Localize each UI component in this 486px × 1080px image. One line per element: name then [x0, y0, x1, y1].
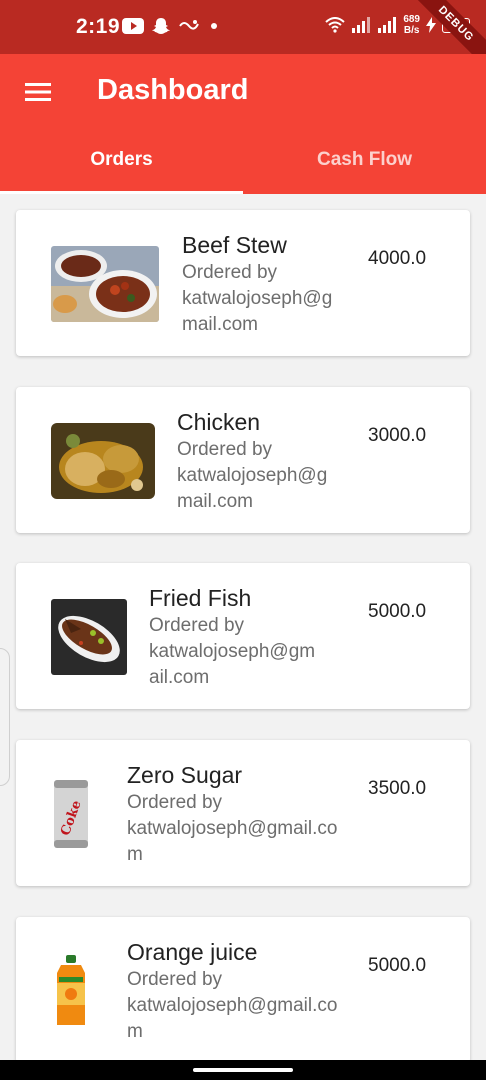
order-email: katwalojoseph@gmail.com	[127, 818, 338, 865]
navigation-bar	[0, 1060, 486, 1080]
signal-icon	[378, 17, 397, 33]
wifi-icon	[325, 17, 345, 33]
order-card[interactable]: Coke Zero Sugar Ordered by katwalojoseph…	[16, 740, 470, 886]
ordered-by-label: Ordered by	[127, 969, 223, 990]
order-price: 5000.0	[368, 601, 427, 622]
order-email: katwalojoseph@gmail.com	[182, 288, 333, 335]
order-email: katwalojoseph@gmail.com	[127, 995, 338, 1042]
order-details: Orange juice Ordered by katwalojoseph@gm…	[127, 937, 345, 1045]
net-speed: 689 B/s	[403, 14, 420, 36]
order-price: 4000.0	[368, 248, 427, 269]
order-email: katwalojoseph@gmail.com	[177, 465, 328, 512]
menu-icon	[25, 83, 51, 101]
beef-stew-image	[51, 246, 159, 322]
status-time: 2:19	[76, 15, 121, 38]
dot-icon	[211, 23, 217, 29]
menu-button[interactable]	[22, 76, 54, 108]
order-details: Fried Fish Ordered by katwalojoseph@gmai…	[149, 583, 319, 691]
order-price: 3500.0	[368, 778, 427, 799]
order-price: 3000.0	[368, 425, 427, 446]
order-name: Orange juice	[127, 939, 258, 965]
app-icon	[179, 20, 199, 30]
order-details: Beef Stew Ordered by katwalojoseph@gmail…	[182, 230, 347, 338]
order-email: katwalojoseph@gmail.com	[149, 641, 316, 688]
app-bar: Dashboard Orders Cash Flow	[0, 54, 486, 194]
order-name: Fried Fish	[149, 585, 252, 611]
ordered-by-label: Ordered by	[182, 262, 278, 283]
signal-icon	[352, 17, 371, 33]
charging-icon	[426, 17, 436, 33]
order-details: Zero Sugar Ordered by katwalojoseph@gmai…	[127, 760, 345, 868]
ordered-by-label: Ordered by	[127, 792, 223, 813]
home-gesture-pill[interactable]	[193, 1068, 293, 1072]
page-title: Dashboard	[97, 74, 249, 106]
tab-cash-flow[interactable]: Cash Flow	[243, 138, 486, 194]
net-speed-unit: B/s	[403, 25, 420, 36]
orders-list[interactable]: Beef Stew Ordered by katwalojoseph@gmail…	[0, 194, 486, 1060]
order-card[interactable]: Orange juice Ordered by katwalojoseph@gm…	[16, 917, 470, 1060]
order-name: Beef Stew	[182, 232, 287, 258]
tab-orders[interactable]: Orders	[0, 138, 243, 194]
status-bar: 2:19 689 B/s 68 DEBUG	[0, 0, 486, 74]
edge-panel-handle[interactable]	[0, 648, 10, 786]
order-card[interactable]: Chicken Ordered by katwalojoseph@gmail.c…	[16, 387, 470, 533]
order-name: Chicken	[177, 409, 261, 435]
fried-fish-image	[51, 599, 127, 675]
ordered-by-label: Ordered by	[149, 615, 245, 636]
order-name: Zero Sugar	[127, 762, 243, 788]
coke-can-image: Coke	[51, 776, 91, 852]
chicken-image	[51, 423, 155, 499]
order-card[interactable]: Beef Stew Ordered by katwalojoseph@gmail…	[16, 210, 470, 356]
net-speed-value: 689	[403, 14, 420, 25]
ordered-by-label: Ordered by	[177, 439, 273, 460]
order-price: 5000.0	[368, 955, 427, 976]
order-card[interactable]: Fried Fish Ordered by katwalojoseph@gmai…	[16, 563, 470, 709]
notification-icons	[122, 17, 220, 35]
tab-bar: Orders Cash Flow	[0, 138, 486, 194]
orange-juice-image	[51, 953, 91, 1029]
order-details: Chicken Ordered by katwalojoseph@gmail.c…	[177, 407, 342, 515]
youtube-icon	[122, 18, 144, 34]
snapchat-icon	[152, 18, 170, 34]
